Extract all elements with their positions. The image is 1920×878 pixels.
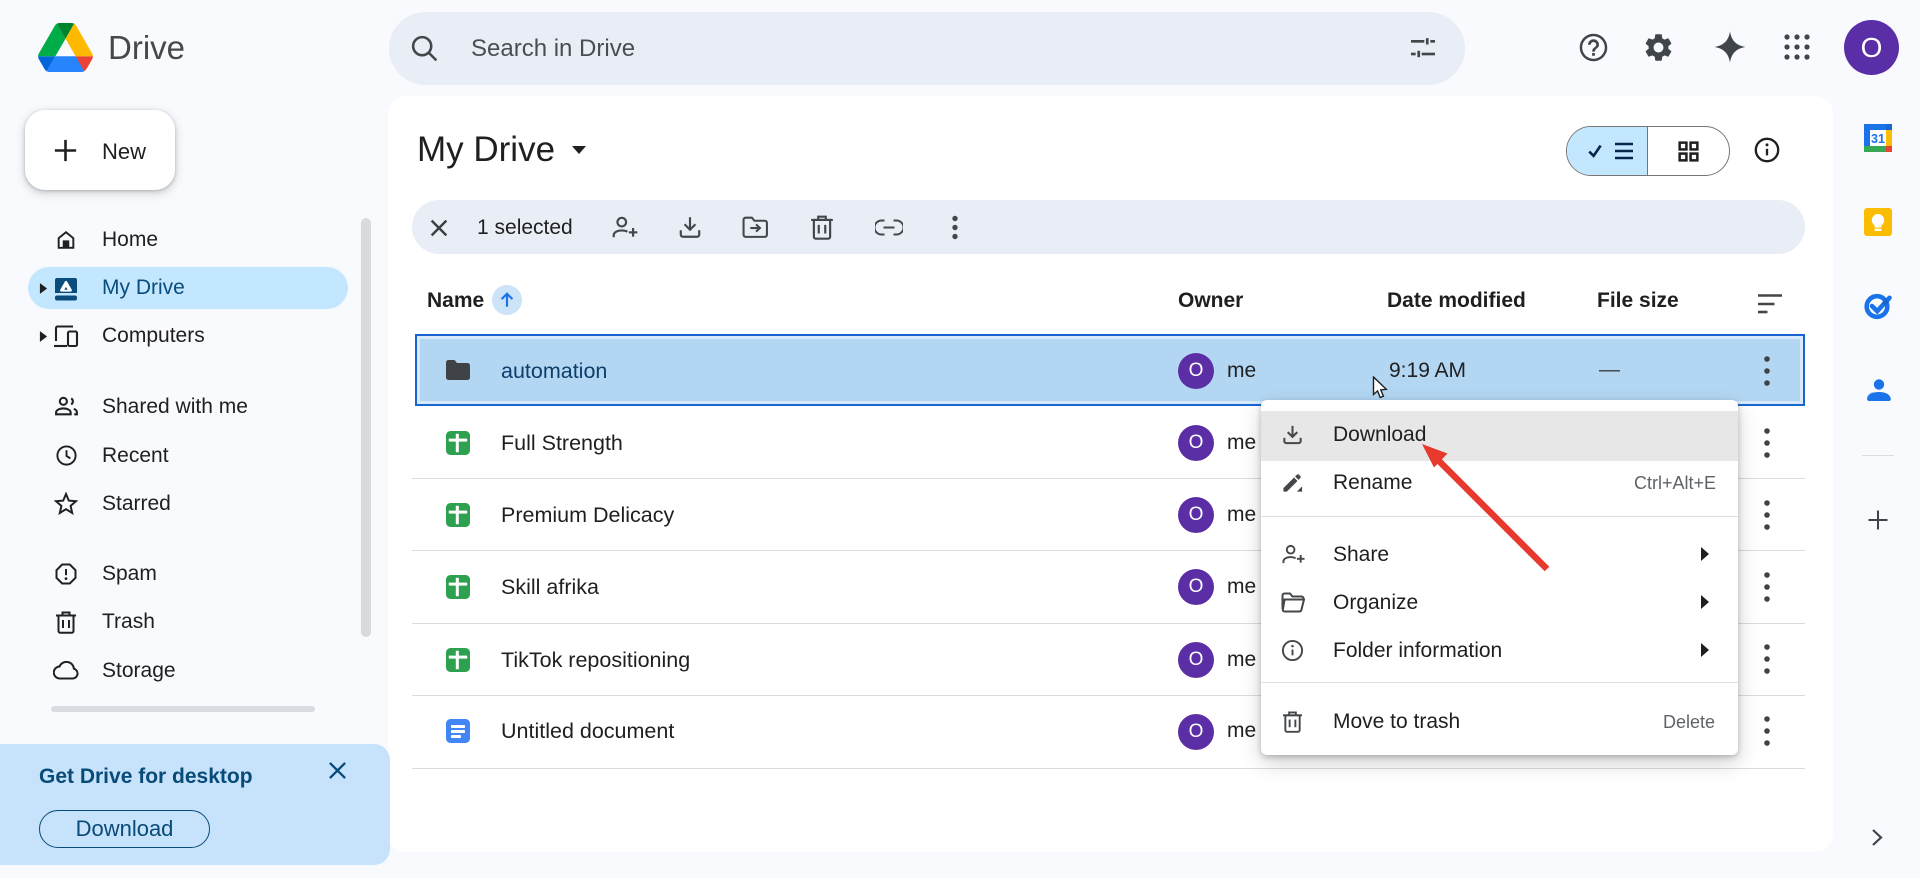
svg-text:31: 31 — [1871, 132, 1885, 146]
